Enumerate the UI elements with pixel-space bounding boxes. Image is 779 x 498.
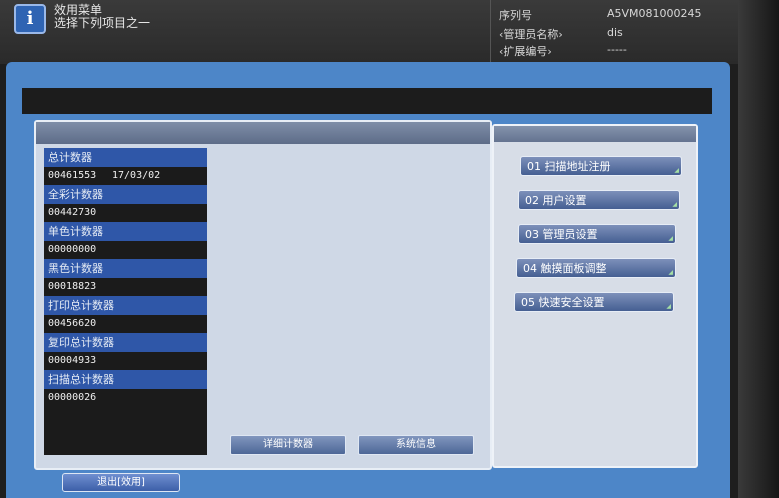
system-info-button[interactable]: 系统信息 [358,435,474,455]
detail-counter-button[interactable]: 详细计数器 [230,435,346,455]
corner-indicator-icon: ◢ [668,235,673,242]
counter-label-black: 黑色计数器 [44,259,207,278]
menu-item-user-settings-label: 02 用户设置 [525,194,587,207]
serial-value: A5VM081000245 [607,7,702,20]
counter-label-single-color: 单色计数器 [44,222,207,241]
menu-item-scan-address[interactable]: 01 扫描地址注册 ◢ [520,156,682,176]
counter-panel: 总计数器 00461553 17/03/02 全彩计数器 00442730 单色… [34,120,492,470]
counter-total-number: 00461553 [48,170,97,181]
corner-indicator-icon: ◢ [666,303,671,310]
screen-bezel [738,0,779,498]
counter-label-print-total: 打印总计数器 [44,296,207,315]
title-line-2: 选择下列项目之一 [54,16,151,30]
utility-menu-header [494,126,696,142]
counter-total-date: 17/03/02 [112,170,161,181]
menu-item-user-settings[interactable]: 02 用户设置 ◢ [518,190,680,210]
counter-value-black: 00018823 [44,278,207,296]
counter-value-single-color: 00000000 [44,241,207,259]
menu-item-quick-security-label: 05 快速安全设置 [521,296,605,309]
corner-indicator-icon: ◢ [668,269,673,276]
counter-value-full-color: 00442730 [44,204,207,222]
screen-header-strip [22,88,712,114]
ext-label: ‹扩展编号› [499,45,552,58]
utility-menu-panel: 01 扫描地址注册 ◢ 02 用户设置 ◢ 03 管理员设置 ◢ 04 触摸面板… [492,124,698,468]
counter-list: 总计数器 00461553 17/03/02 全彩计数器 00442730 单色… [44,148,207,455]
utility-screen: 总计数器 00461553 17/03/02 全彩计数器 00442730 单色… [6,62,730,498]
serial-label: 序列号 [499,9,532,22]
counter-value-total: 00461553 17/03/02 [44,167,207,185]
admin-label: ‹管理员名称› [499,28,563,41]
menu-item-quick-security[interactable]: 05 快速安全设置 ◢ [514,292,674,312]
page-title: 效用菜单 选择下列项目之一 [54,4,150,30]
counter-label-scan-total: 扫描总计数器 [44,370,207,389]
ext-value: ----- [607,43,627,56]
top-status-bar: i 效用菜单 选择下列项目之一 序列号 A5VM081000245 ‹管理员名称… [0,0,779,64]
admin-value: dis [607,26,623,39]
exit-utility-button[interactable]: 退出[效用] [62,473,180,492]
menu-item-admin-settings[interactable]: 03 管理员设置 ◢ [518,224,676,244]
device-info-panel: 序列号 A5VM081000245 ‹管理员名称› dis ‹扩展编号› ---… [490,0,739,64]
counter-value-scan-total: 00000026 [44,389,207,407]
menu-item-scan-address-label: 01 扫描地址注册 [527,160,611,173]
counter-value-print-total: 00456620 [44,315,207,333]
counter-panel-header [36,122,490,144]
corner-indicator-icon: ◢ [674,167,679,174]
menu-item-touch-panel-label: 04 触摸面板调整 [523,262,607,275]
counter-value-copy-total: 00004933 [44,352,207,370]
counter-label-copy-total: 复印总计数器 [44,333,207,352]
counter-label-total: 总计数器 [44,148,207,167]
counter-label-full-color: 全彩计数器 [44,185,207,204]
menu-item-admin-settings-label: 03 管理员设置 [525,228,598,241]
info-icon: i [14,4,46,34]
menu-item-touch-panel[interactable]: 04 触摸面板调整 ◢ [516,258,676,278]
corner-indicator-icon: ◢ [672,201,677,208]
